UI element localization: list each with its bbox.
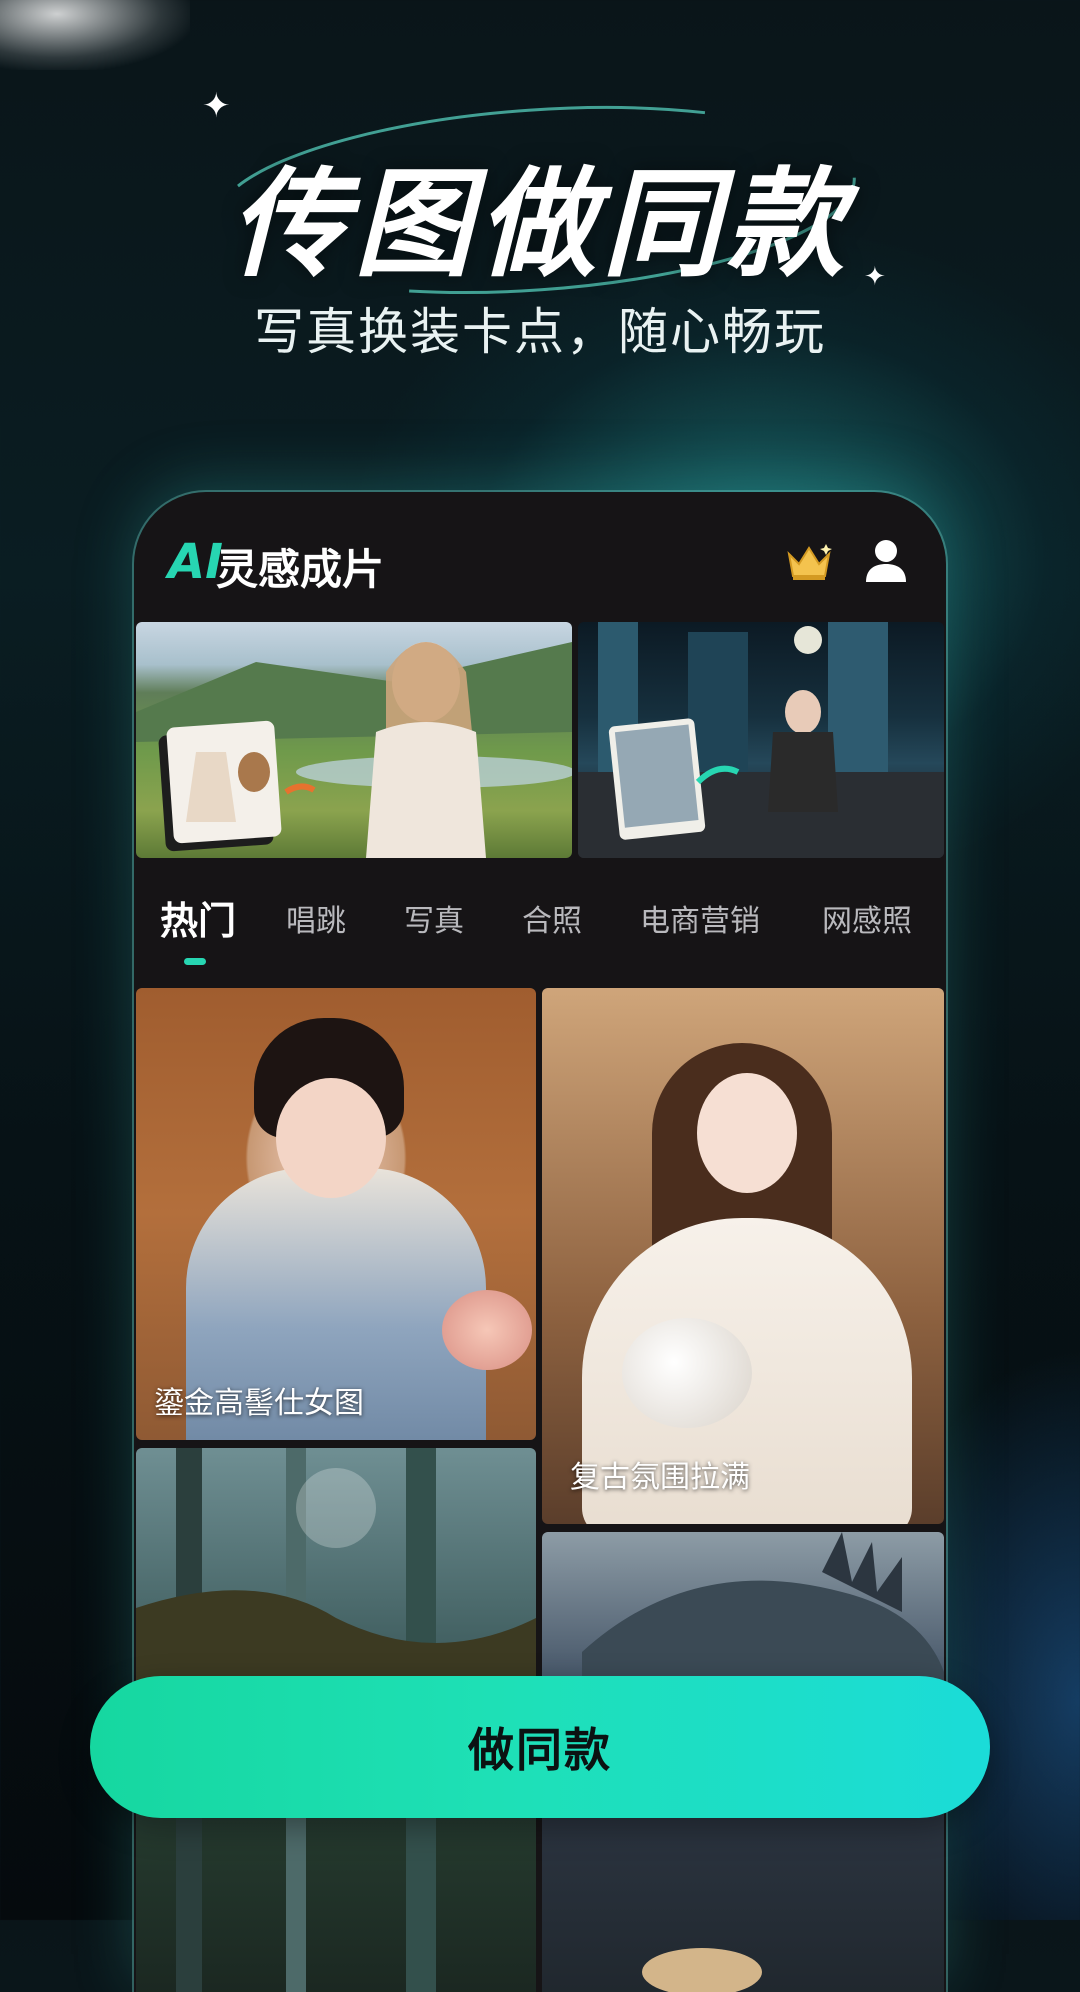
card-figure — [697, 1073, 797, 1193]
app-logo-text: 灵感成片 — [216, 545, 385, 594]
hero-title: 传图做同款 — [229, 155, 850, 293]
corner-decoration — [0, 0, 190, 70]
category-tabs: 热门 唱跳 写真 合照 电商营销 网感照 — [134, 890, 946, 970]
card-bouquet — [622, 1318, 752, 1428]
card-title: 鎏金高髻仕女图 — [154, 1386, 364, 1421]
card-figure — [276, 1078, 386, 1198]
make-same-button-label: 做同款 — [468, 1723, 612, 1777]
template-card[interactable]: 复古氛围拉满 — [542, 988, 944, 1524]
sparkle-icon: ✦ — [202, 86, 231, 126]
banner-outfit-illustration — [136, 642, 572, 858]
template-card[interactable]: 鎏金高髻仕女图 — [136, 988, 536, 1440]
tab-active-indicator — [184, 958, 206, 965]
card-title: 复古氛围拉满 — [570, 1460, 750, 1495]
user-icon[interactable] — [864, 538, 908, 584]
app-header: AI 灵感成片 — [134, 492, 946, 622]
banner-city-illustration — [578, 622, 944, 858]
app-logo-ai: AI — [168, 534, 224, 590]
tab-portrait[interactable]: 写真 — [404, 896, 464, 940]
tab-trendy[interactable]: 网感照 — [822, 896, 912, 940]
hero-subtitle: 写真换装卡点，随心畅玩 — [254, 303, 826, 361]
make-same-button[interactable]: 做同款 — [90, 1676, 990, 1818]
banner-outfit-swap[interactable] — [136, 622, 572, 858]
tab-group-photo[interactable]: 合照 — [522, 896, 582, 940]
tab-hot[interactable]: 热门 — [160, 890, 236, 945]
tab-ecommerce[interactable]: 电商营销 — [640, 896, 760, 940]
card-flower — [442, 1290, 532, 1370]
crown-icon[interactable] — [786, 542, 832, 582]
tab-dance[interactable]: 唱跳 — [286, 896, 346, 940]
banner-duo-photo[interactable] — [578, 622, 944, 858]
